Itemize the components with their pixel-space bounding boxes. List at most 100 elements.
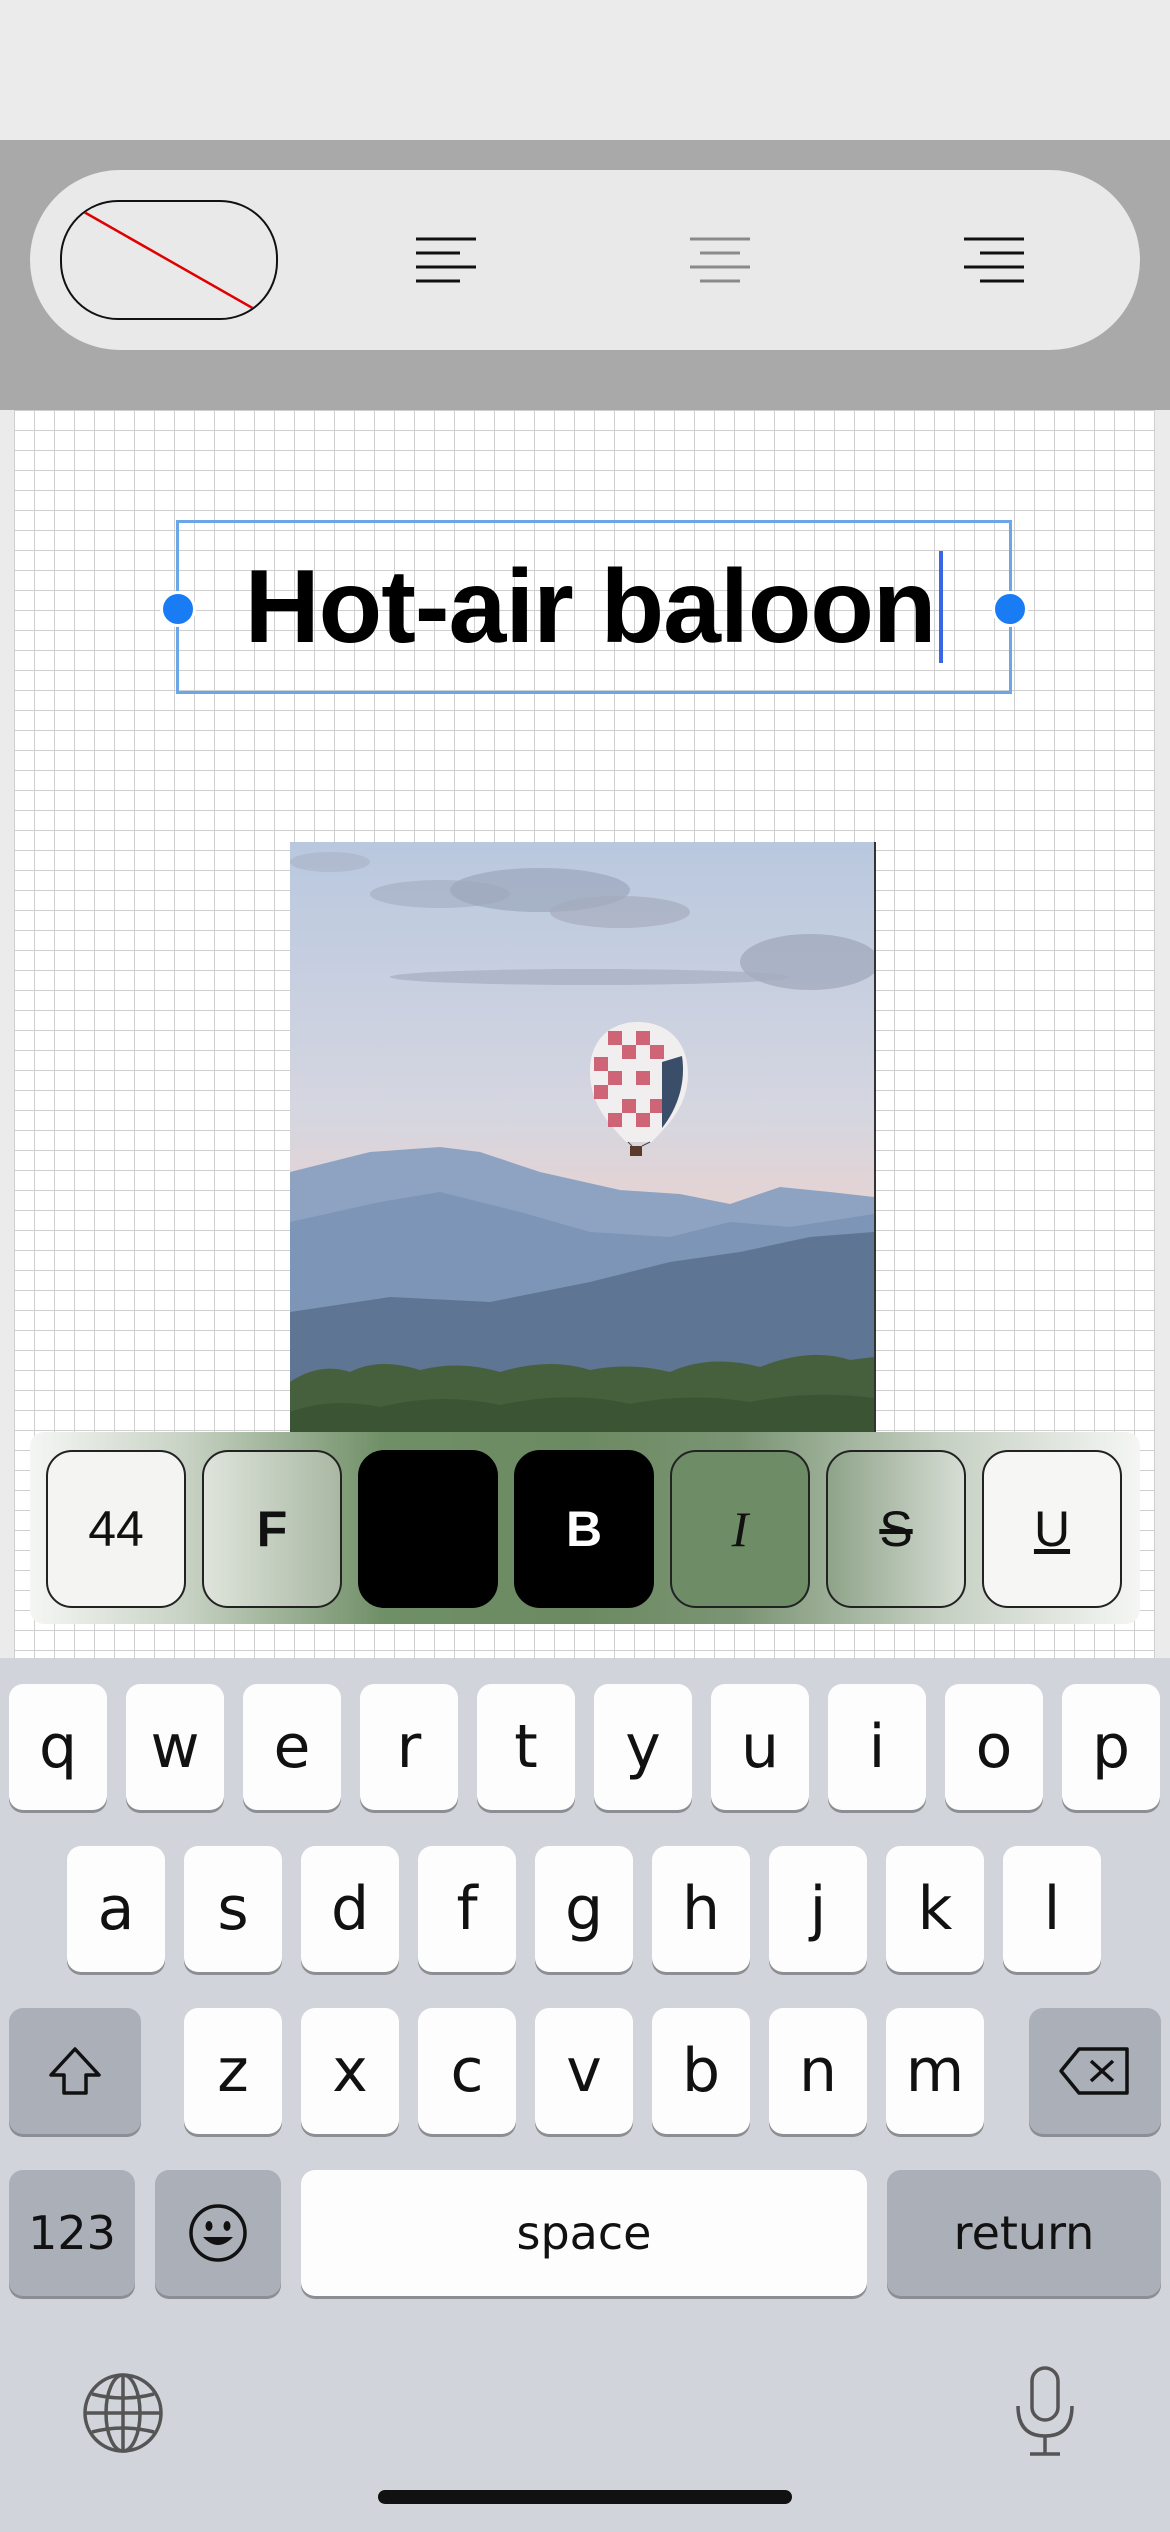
key-label: w [150, 1712, 200, 1782]
home-indicator[interactable] [378, 2490, 792, 2504]
key-y[interactable]: y [594, 1684, 692, 1810]
key-label: space [516, 2206, 652, 2260]
delete-key[interactable] [1029, 2008, 1161, 2134]
key-u[interactable]: u [711, 1684, 809, 1810]
bold-label: B [565, 1501, 603, 1557]
key-i[interactable]: i [828, 1684, 926, 1810]
key-v[interactable]: v [535, 2008, 633, 2134]
key-label: d [330, 1874, 370, 1944]
align-center-button[interactable] [675, 215, 765, 305]
key-p[interactable]: p [1062, 1684, 1160, 1810]
italic-label: I [731, 1501, 749, 1557]
key-label: r [396, 1712, 422, 1782]
key-x[interactable]: x [301, 2008, 399, 2134]
globe-icon [83, 2373, 163, 2453]
key-label: a [97, 1874, 135, 1944]
font-size-value: 44 [88, 1501, 144, 1557]
key-label: z [217, 2036, 249, 2106]
key-label: i [868, 1712, 886, 1782]
key-j[interactable]: j [769, 1846, 867, 1972]
key-label: s [217, 1874, 249, 1944]
key-a[interactable]: a [67, 1846, 165, 1972]
key-m[interactable]: m [886, 2008, 984, 2134]
key-label: t [514, 1712, 538, 1782]
key-label: c [450, 2036, 484, 2106]
align-right-button[interactable] [950, 215, 1040, 305]
key-label: m [905, 2036, 965, 2106]
font-size-button[interactable]: 44 [46, 1450, 186, 1608]
key-z[interactable]: z [184, 2008, 282, 2134]
text-toolbar [0, 140, 1170, 410]
status-bar-area [0, 0, 1170, 140]
key-label: n [798, 2036, 838, 2106]
key-label: k [917, 1874, 953, 1944]
key-e[interactable]: e [243, 1684, 341, 1810]
globe-button[interactable] [80, 2370, 166, 2456]
fill-color-swatch[interactable] [60, 200, 278, 320]
microphone-icon [1016, 2366, 1074, 2456]
emoji-key[interactable] [155, 2170, 281, 2296]
key-s[interactable]: s [184, 1846, 282, 1972]
shift-icon [49, 2047, 101, 2095]
return-key[interactable]: return [887, 2170, 1161, 2296]
bold-button[interactable]: B [514, 1450, 654, 1608]
key-label: h [681, 1874, 721, 1944]
hot-air-balloon-image[interactable] [290, 842, 876, 1442]
key-label: 123 [28, 2206, 116, 2260]
key-n[interactable]: n [769, 2008, 867, 2134]
italic-button[interactable]: I [670, 1450, 810, 1608]
underline-label: U [1033, 1501, 1071, 1557]
space-key[interactable]: space [301, 2170, 867, 2296]
resize-handle-right[interactable] [992, 591, 1028, 627]
align-right-icon [964, 237, 1024, 283]
shift-key[interactable] [9, 2008, 141, 2134]
key-label: return [953, 2206, 1095, 2260]
key-b[interactable]: b [652, 2008, 750, 2134]
font-family-button[interactable]: F [202, 1450, 342, 1608]
key-label: x [332, 2036, 368, 2106]
title-text[interactable]: Hot-air baloon [179, 523, 1009, 691]
key-w[interactable]: w [126, 1684, 224, 1810]
key-o[interactable]: o [945, 1684, 1043, 1810]
key-g[interactable]: g [535, 1846, 633, 1972]
key-label: j [809, 1874, 827, 1944]
key-label: v [566, 2036, 602, 2106]
text-color-button[interactable] [358, 1450, 498, 1608]
key-label: e [273, 1712, 311, 1782]
emoji-icon [189, 2204, 247, 2262]
numbers-key[interactable]: 123 [9, 2170, 135, 2296]
key-r[interactable]: r [360, 1684, 458, 1810]
key-f[interactable]: f [418, 1846, 516, 1972]
no-fill-icon [83, 210, 257, 312]
key-label: f [456, 1874, 478, 1944]
align-center-icon [690, 237, 750, 283]
key-l[interactable]: l [1003, 1846, 1101, 1972]
title-text-content: Hot-air baloon [244, 548, 937, 665]
align-left-button[interactable] [400, 215, 490, 305]
key-label: o [975, 1712, 1013, 1782]
key-c[interactable]: c [418, 2008, 516, 2134]
key-label: l [1043, 1874, 1061, 1944]
key-t[interactable]: t [477, 1684, 575, 1810]
align-left-icon [416, 237, 476, 283]
key-label: y [625, 1712, 661, 1782]
format-bar: 44 F B I S U [30, 1432, 1140, 1624]
toolbar-pill [30, 170, 1140, 350]
font-family-label: F [256, 1501, 288, 1557]
text-box-selected[interactable]: Hot-air baloon [160, 520, 1028, 694]
software-keyboard: q w e r t y u i o p a s d f g h j k l z … [0, 1658, 1170, 2532]
underline-button[interactable]: U [982, 1450, 1122, 1608]
key-d[interactable]: d [301, 1846, 399, 1972]
key-q[interactable]: q [9, 1684, 107, 1810]
text-cursor [939, 551, 944, 663]
key-label: p [1091, 1712, 1131, 1782]
key-label: q [38, 1712, 78, 1782]
strikethrough-label: S [879, 1501, 913, 1557]
microphone-button[interactable] [1010, 2364, 1080, 2460]
key-h[interactable]: h [652, 1846, 750, 1972]
key-k[interactable]: k [886, 1846, 984, 1972]
key-label: g [564, 1874, 604, 1944]
strikethrough-button[interactable]: S [826, 1450, 966, 1608]
key-label: b [681, 2036, 721, 2106]
resize-handle-left[interactable] [160, 591, 196, 627]
